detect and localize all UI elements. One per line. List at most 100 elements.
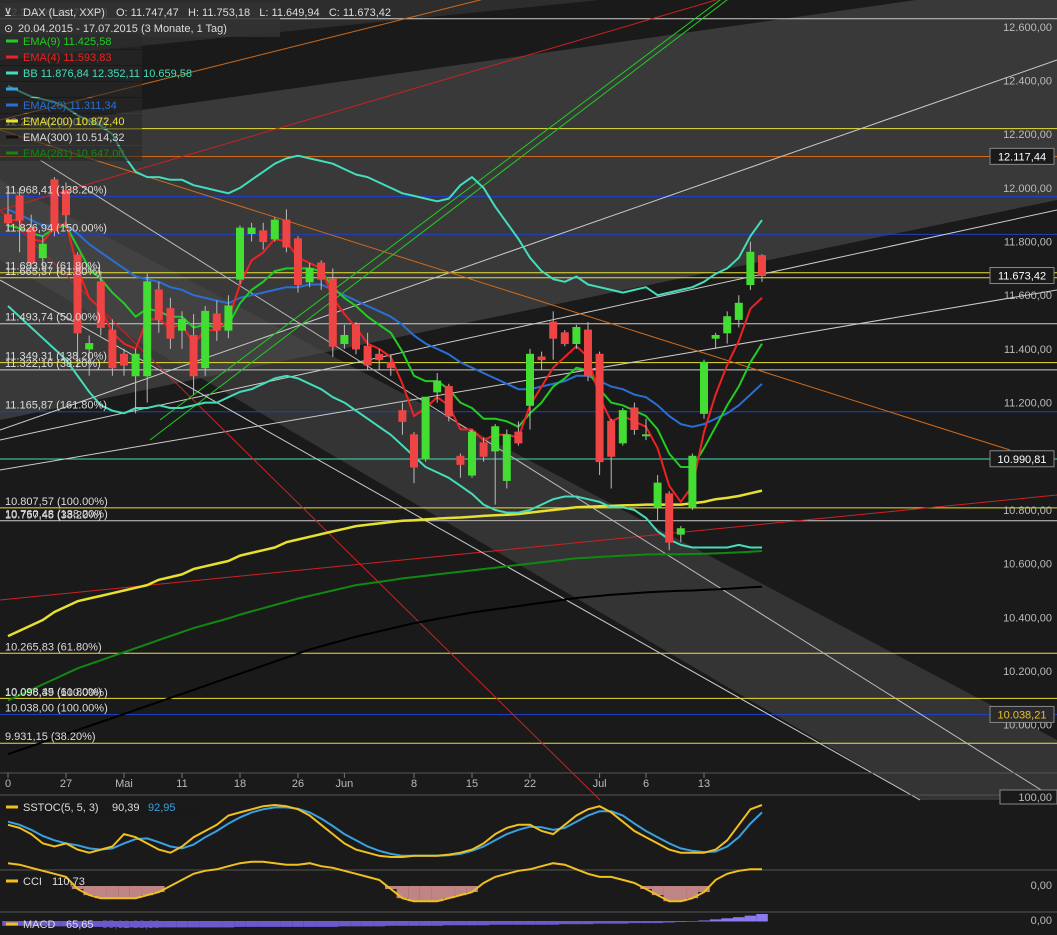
date-range: 20.04.2015 - 17.07.2015 (3 Monate, 1 Tag…: [18, 23, 227, 35]
candle-body: [665, 493, 674, 543]
chevron-icon[interactable]: ⊻: [4, 7, 12, 19]
macd-bar: [211, 921, 223, 928]
candle-body: [38, 243, 47, 259]
cci-neg-fill: [408, 886, 420, 902]
macd-bar: [327, 921, 339, 927]
candle-body: [201, 310, 210, 369]
candle[interactable]: [584, 322, 592, 382]
macd-bar: [419, 921, 432, 926]
macd-bar: [280, 921, 293, 927]
macd-bar: [176, 921, 188, 928]
x-tick-label: 8: [411, 778, 417, 790]
macd-bar: [733, 917, 745, 922]
sstoc-value-d: 92,95: [148, 802, 176, 814]
candle-body: [363, 345, 372, 366]
symbol-label: DAX (Last, XXP): [23, 7, 105, 19]
cci-neg-fill: [419, 886, 432, 902]
macd-bar: [338, 921, 351, 927]
candle[interactable]: [294, 236, 302, 293]
x-tick-label: 26: [292, 778, 304, 790]
x-tick-label: 0: [5, 778, 11, 790]
fib-label: 10.265,83 (61.80%): [5, 641, 102, 653]
candle-body: [386, 361, 395, 369]
macd-bar: [593, 921, 606, 924]
sstoc-label: SSTOC(5, 5, 3): [23, 802, 99, 814]
candle[interactable]: [236, 225, 244, 285]
candle[interactable]: [502, 429, 511, 489]
macd-bar: [187, 921, 200, 928]
candle-body: [305, 267, 314, 283]
x-tick-label: 27: [60, 778, 72, 790]
macd-bar: [501, 921, 513, 925]
candle-body: [189, 335, 198, 377]
macd-bar: [524, 921, 536, 925]
sstoc-value-k: 90,39: [112, 802, 140, 814]
candle-body: [711, 335, 720, 339]
candle-body: [758, 255, 766, 277]
macd-bar: [709, 919, 722, 922]
candle-body: [642, 434, 650, 437]
macd-bar: [303, 921, 316, 927]
macd-value: 65,65: [66, 919, 94, 930]
macd-bar: [292, 921, 304, 927]
macd-bar: [675, 921, 687, 923]
macd-bar: [617, 921, 629, 924]
legend-entry: EMA(4) 11.593,83: [23, 52, 111, 64]
fib-label: 10.038,00 (100.00%): [5, 702, 108, 714]
candle-body: [328, 278, 337, 347]
candle[interactable]: [468, 429, 476, 478]
macd-bar: [489, 921, 501, 925]
macd-bar: [199, 921, 211, 928]
y-tick-label: 10.800,00: [1003, 505, 1052, 517]
macd-bar: [535, 921, 548, 925]
candle[interactable]: [595, 351, 604, 476]
candle-body: [212, 313, 221, 331]
candle[interactable]: [665, 491, 674, 551]
x-tick-label: 6: [643, 778, 649, 790]
cci-value: 110,73: [52, 876, 85, 888]
candle[interactable]: [444, 383, 453, 422]
candle-body: [514, 431, 523, 444]
macd-bar: [570, 921, 583, 925]
candle[interactable]: [560, 330, 569, 347]
y-tick-label: 11.600,00: [1004, 290, 1052, 302]
fib-label: 9.931,15 (38.20%): [5, 731, 96, 743]
candle[interactable]: [328, 268, 337, 357]
macd-bar: [640, 921, 652, 924]
candle-body: [734, 302, 743, 320]
clock-icon: ⊙: [4, 23, 13, 35]
legend-entry: BB 11.876,84 12.352,11 10.659,58: [23, 68, 192, 80]
y-tick-label: 11.800,00: [1004, 237, 1052, 249]
candle-body: [595, 353, 604, 463]
candle[interactable]: [618, 407, 627, 446]
candle[interactable]: [270, 217, 279, 242]
legend-entry: EMA(20) 11.311,34: [23, 100, 117, 112]
macd-bar: [315, 921, 327, 927]
candle-body: [143, 281, 152, 377]
candle-body: [630, 407, 639, 430]
macd-bar: [408, 921, 420, 926]
candle-body: [618, 410, 627, 444]
price-tag-value: 12.117,44: [998, 151, 1046, 163]
macd-bar: [756, 914, 768, 922]
candle-body: [85, 343, 94, 350]
candle-body: [282, 219, 291, 248]
candle[interactable]: [688, 453, 697, 510]
macd-bar: [605, 921, 617, 924]
y-tick-label: 12.600,00: [1003, 22, 1052, 34]
macd-bar: [628, 921, 641, 924]
legend-entry: EMA(281) 10.647,00: [23, 148, 125, 160]
candle[interactable]: [421, 396, 430, 462]
legend-entry: EMA(300) 10.514,32: [23, 132, 125, 144]
fib-label: 11.493,74 (50.00%): [5, 312, 101, 324]
candle-body: [108, 329, 117, 369]
cci-neg-fill: [396, 886, 409, 899]
candle[interactable]: [700, 359, 708, 419]
fib-label: 10.098,45 (61.80%): [5, 686, 102, 698]
x-tick-label: 13: [698, 778, 710, 790]
candle-body: [154, 289, 163, 320]
candle-body: [723, 316, 732, 334]
chart-canvas[interactable]: 12.210,99 (127.20%)12.221,00 (100.00%)11…: [0, 0, 1057, 931]
candle[interactable]: [201, 305, 210, 376]
macd-bar: [477, 921, 490, 926]
